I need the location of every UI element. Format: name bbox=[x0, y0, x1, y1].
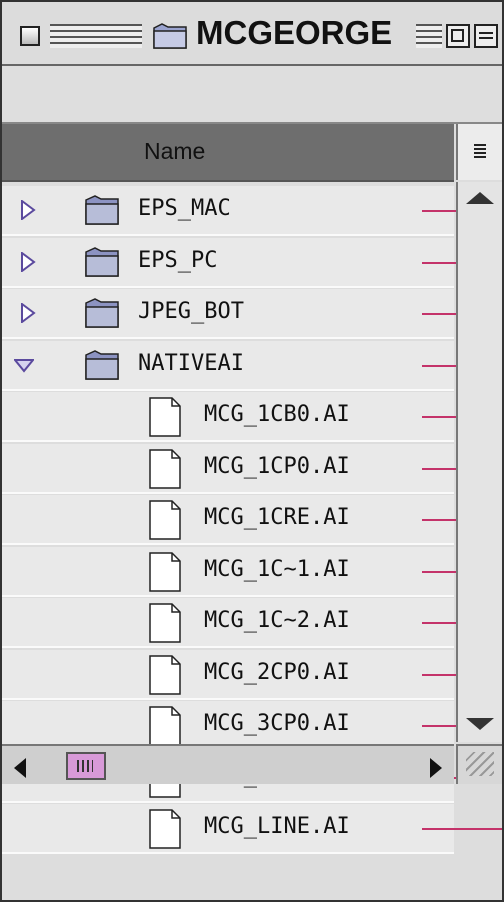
document-icon bbox=[149, 603, 181, 643]
vertical-scrollbar[interactable] bbox=[456, 182, 502, 742]
horizontal-scrollbar[interactable] bbox=[2, 744, 454, 784]
window-header bbox=[2, 66, 502, 124]
window-title: MCGEORGE bbox=[196, 14, 393, 51]
folder-row[interactable]: EPS_MAC bbox=[2, 186, 502, 236]
finder-window: MCGEORGE Name EPS_MAC EPS_PC JPEG_BOT NATIV… bbox=[0, 0, 504, 902]
folder-icon bbox=[85, 195, 119, 225]
file-row[interactable]: MCG_2CP0.AI bbox=[2, 649, 502, 700]
file-name: MCG_1C~1.AI bbox=[204, 556, 350, 582]
scroll-down-arrow-icon[interactable] bbox=[466, 718, 494, 730]
close-box[interactable] bbox=[20, 26, 40, 46]
document-icon bbox=[149, 809, 181, 849]
title-bar-stripes bbox=[416, 24, 442, 48]
file-name: MCG_1CP0.AI bbox=[204, 453, 350, 479]
file-list: EPS_MAC EPS_PC JPEG_BOT NATIVEAI MCG_1CB0.AI… bbox=[2, 182, 502, 854]
folder-name: EPS_PC bbox=[138, 247, 218, 273]
disclosure-triangle-collapsed-icon[interactable] bbox=[18, 251, 38, 272]
scroll-up-arrow-icon[interactable] bbox=[466, 192, 494, 204]
file-name: MCG_1CB0.AI bbox=[204, 402, 350, 427]
scroll-left-arrow-icon[interactable] bbox=[14, 758, 26, 778]
resize-grow-box[interactable] bbox=[456, 744, 502, 784]
file-name: MCG_2CP0.AI bbox=[204, 659, 350, 685]
document-icon bbox=[149, 706, 181, 746]
file-row[interactable]: MCG_1CRE.AI bbox=[2, 495, 502, 545]
leader-line bbox=[422, 828, 502, 830]
folder-row[interactable]: EPS_PC bbox=[2, 237, 502, 288]
folder-row[interactable]: NATIVEAI bbox=[2, 340, 502, 391]
file-row[interactable]: MCG_1C~2.AI bbox=[2, 598, 502, 648]
folder-icon bbox=[85, 298, 119, 328]
sort-direction-button[interactable] bbox=[456, 124, 502, 180]
disclosure-triangle-expanded-icon[interactable] bbox=[14, 355, 34, 375]
zoom-box[interactable] bbox=[446, 24, 470, 48]
file-name: MCG_3CP0.AI bbox=[204, 711, 350, 736]
column-header-label: Name bbox=[144, 138, 206, 164]
file-row[interactable]: MCG_1CP0.AI bbox=[2, 443, 502, 494]
horizontal-scroll-thumb[interactable] bbox=[66, 752, 106, 780]
document-icon bbox=[149, 500, 181, 540]
file-name: MCG_LINE.AI bbox=[204, 814, 350, 839]
disclosure-triangle-collapsed-icon[interactable] bbox=[18, 303, 38, 323]
disclosure-triangle-collapsed-icon[interactable] bbox=[18, 200, 38, 220]
collapse-box[interactable] bbox=[474, 24, 498, 48]
folder-icon bbox=[85, 246, 119, 277]
folder-name: JPEG_BOT bbox=[138, 299, 244, 324]
folder-icon bbox=[153, 23, 187, 49]
folder-name: NATIVEAI bbox=[138, 350, 244, 376]
title-bar-stripes bbox=[50, 24, 142, 48]
document-icon bbox=[149, 654, 181, 695]
file-name: MCG_1CRE.AI bbox=[204, 505, 350, 530]
scroll-right-arrow-icon[interactable] bbox=[430, 758, 442, 778]
document-icon bbox=[149, 448, 181, 489]
title-bar[interactable]: MCGEORGE bbox=[2, 2, 502, 66]
file-row[interactable]: MCG_LINE.AI bbox=[2, 804, 502, 854]
folder-icon bbox=[85, 349, 119, 380]
document-icon bbox=[149, 551, 181, 592]
file-name: MCG_1C~2.AI bbox=[204, 608, 350, 633]
folder-row[interactable]: JPEG_BOT bbox=[2, 289, 502, 339]
folder-name: EPS_MAC bbox=[138, 196, 231, 221]
file-row[interactable]: MCG_1C~1.AI bbox=[2, 546, 502, 597]
file-row[interactable]: MCG_1CB0.AI bbox=[2, 392, 502, 442]
document-icon bbox=[149, 397, 181, 437]
name-column-header[interactable]: Name bbox=[2, 124, 454, 182]
